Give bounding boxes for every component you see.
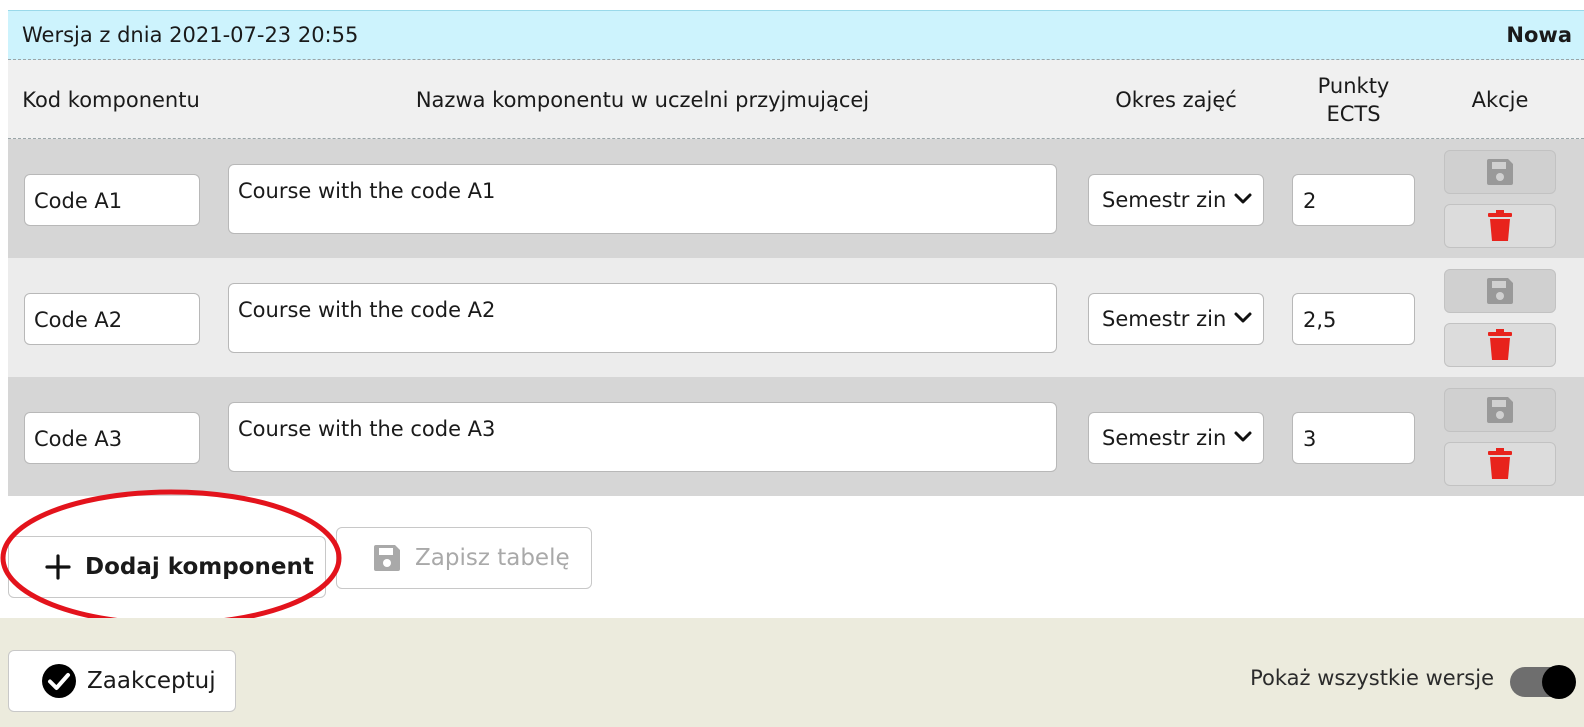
- col-header-ects-line1: Punkty: [1317, 73, 1390, 98]
- save-row-button[interactable]: [1444, 269, 1556, 313]
- version-header: Wersja z dnia 2021-07-23 20:55 Nowa: [8, 10, 1584, 60]
- ects-input[interactable]: 2: [1292, 174, 1415, 226]
- ects-input[interactable]: 3: [1292, 412, 1415, 464]
- ects-input[interactable]: 2,5: [1292, 293, 1415, 345]
- col-header-actions: Akcje: [1471, 87, 1529, 112]
- save-icon: [1487, 397, 1513, 423]
- version-status: Nowa: [1506, 23, 1572, 47]
- delete-row-button[interactable]: [1444, 204, 1556, 248]
- accept-button[interactable]: Zaakceptuj: [8, 650, 236, 712]
- save-icon: [1487, 278, 1513, 304]
- version-title: Wersja z dnia 2021-07-23 20:55: [22, 23, 359, 47]
- show-all-versions-label: Pokaż wszystkie wersje: [1250, 666, 1494, 690]
- table-row: Code A3 Course with the code A3 Semestr …: [8, 377, 1584, 496]
- table-header: Kod komponentu Nazwa komponentu w uczeln…: [8, 60, 1584, 139]
- trash-icon: [1488, 210, 1512, 241]
- show-all-versions-toggle[interactable]: [1510, 665, 1576, 699]
- delete-row-button[interactable]: [1444, 442, 1556, 486]
- component-code-input[interactable]: Code A1: [24, 174, 200, 226]
- save-table-label: Zapisz tabelę: [415, 545, 570, 571]
- chevron-down-icon: [1234, 312, 1252, 323]
- table-row: Code A1 Course with the code A1 Semestr …: [8, 139, 1584, 258]
- table-row: Code A2 Course with the code A2 Semestr …: [8, 258, 1584, 377]
- save-row-button[interactable]: [1444, 388, 1556, 432]
- period-select[interactable]: Semestr zin: [1088, 293, 1264, 345]
- component-name-input[interactable]: Course with the code A1: [228, 164, 1057, 234]
- component-name-input[interactable]: Course with the code A3: [228, 402, 1057, 472]
- component-name-input[interactable]: Course with the code A2: [228, 283, 1057, 353]
- chevron-down-icon: [1234, 193, 1252, 204]
- col-header-period: Okres zajęć: [1115, 87, 1237, 112]
- component-code-input[interactable]: Code A2: [24, 293, 200, 345]
- accept-label: Zaakceptuj: [87, 668, 216, 694]
- col-header-ects-line2: ECTS: [1326, 101, 1381, 126]
- add-component-label: Dodaj komponent: [85, 554, 314, 580]
- save-icon: [1487, 159, 1513, 185]
- col-header-code: Kod komponentu: [22, 87, 200, 112]
- delete-row-button[interactable]: [1444, 323, 1556, 367]
- chevron-down-icon: [1234, 431, 1252, 442]
- period-select-value: Semestr zin: [1102, 426, 1227, 450]
- add-component-button[interactable]: Dodaj komponent: [8, 536, 326, 598]
- col-header-ects: Punkty ECTS: [1292, 60, 1415, 139]
- trash-icon: [1488, 329, 1512, 360]
- save-icon: [374, 545, 400, 571]
- save-table-button[interactable]: Zapisz tabelę: [336, 527, 592, 589]
- plus-icon: [45, 554, 71, 580]
- period-select-value: Semestr zin: [1102, 188, 1227, 212]
- period-select[interactable]: Semestr zin: [1088, 412, 1264, 464]
- period-select-value: Semestr zin: [1102, 307, 1227, 331]
- trash-icon: [1488, 448, 1512, 479]
- save-row-button[interactable]: [1444, 150, 1556, 194]
- component-code-input[interactable]: Code A3: [24, 412, 200, 464]
- toggle-knob: [1542, 665, 1576, 699]
- col-header-name: Nazwa komponentu w uczelni przyjmującej: [415, 87, 870, 112]
- period-select[interactable]: Semestr zin: [1088, 174, 1264, 226]
- check-circle-icon: [42, 664, 76, 698]
